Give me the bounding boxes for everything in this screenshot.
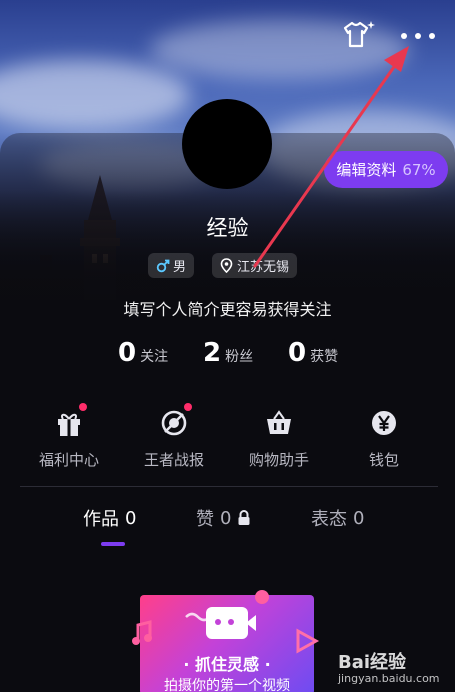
feature-welfare-center-label: 福利中心 bbox=[38, 451, 99, 469]
feature-shopping-assistant-label: 购物助手 bbox=[248, 451, 309, 469]
edit-profile-label: 编辑资料 bbox=[336, 161, 397, 179]
tab-works-label: 作品 bbox=[83, 509, 119, 530]
bio-prompt[interactable]: 填写个人简介更容易获得关注 bbox=[0, 296, 455, 320]
watermark-brand: Bai经验 bbox=[338, 652, 407, 673]
watermark-url: jingyan.baidu.com bbox=[338, 672, 440, 685]
stat-likes-label: 获赞 bbox=[310, 349, 339, 365]
tab-reactions-count: 0 bbox=[353, 507, 365, 529]
user-name: 经验 bbox=[206, 216, 249, 240]
stat-following[interactable]: 0 关注 bbox=[118, 338, 168, 368]
active-tab-indicator bbox=[101, 542, 125, 546]
feature-wallet[interactable]: 钱包 bbox=[329, 403, 439, 470]
tab-likes-count: 0 bbox=[220, 507, 232, 529]
section-divider bbox=[20, 486, 438, 487]
feature-shopping-assistant[interactable]: 购物助手 bbox=[224, 403, 334, 470]
avatar[interactable] bbox=[182, 99, 272, 189]
feature-game-report[interactable]: 王者战报 bbox=[119, 403, 229, 470]
stat-followers-label: 粉丝 bbox=[225, 349, 254, 365]
game-report-icon bbox=[154, 403, 194, 443]
tshirt-theme-icon[interactable] bbox=[340, 18, 376, 52]
tab-likes-label: 赞 bbox=[196, 509, 214, 530]
stat-followers[interactable]: 2 粉丝 bbox=[203, 338, 253, 368]
tab-works-count: 0 bbox=[125, 507, 137, 529]
location-pin-icon bbox=[220, 258, 233, 273]
tab-works[interactable]: 作品 0 bbox=[83, 505, 136, 531]
location-tag: 江苏无锡 bbox=[212, 253, 298, 278]
stat-likes-value: 0 bbox=[288, 338, 307, 368]
male-icon bbox=[156, 259, 170, 272]
edit-profile-button[interactable]: 编辑资料 67% bbox=[324, 151, 448, 188]
stat-followers-value: 2 bbox=[203, 338, 222, 368]
promo-subtitle: 拍摄你的第一个视频 bbox=[164, 678, 290, 692]
feature-badge-dot bbox=[79, 403, 87, 411]
gift-icon bbox=[49, 403, 89, 443]
gender-label: 男 bbox=[173, 260, 187, 275]
lock-icon bbox=[238, 510, 250, 525]
gender-tag: 男 bbox=[148, 253, 195, 278]
tab-likes[interactable]: 赞 0 bbox=[196, 505, 251, 531]
stat-following-label: 关注 bbox=[140, 349, 169, 365]
promo-decorations bbox=[132, 590, 320, 654]
stat-likes[interactable]: 0 获赞 bbox=[288, 338, 338, 368]
feature-badge-dot bbox=[184, 403, 192, 411]
profile-completion: 67% bbox=[402, 160, 436, 179]
feature-game-report-label: 王者战报 bbox=[143, 451, 204, 469]
feature-wallet-label: 钱包 bbox=[368, 451, 399, 469]
tab-reactions-label: 表态 bbox=[311, 509, 347, 530]
stat-following-value: 0 bbox=[118, 338, 137, 368]
shopping-basket-icon bbox=[259, 403, 299, 443]
feature-welfare-center[interactable]: 福利中心 bbox=[14, 403, 124, 470]
more-icon[interactable] bbox=[398, 26, 438, 46]
wallet-yen-icon bbox=[364, 403, 404, 443]
tab-reactions[interactable]: 表态 0 bbox=[311, 505, 364, 531]
location-label: 江苏无锡 bbox=[237, 260, 290, 275]
